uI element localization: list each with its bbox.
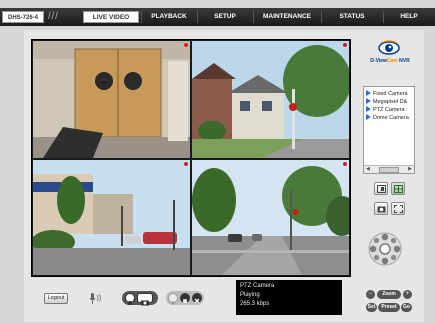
- status-camera-name: PTZ Camera: [240, 283, 275, 289]
- close-button[interactable]: [192, 293, 202, 304]
- tab-live-video[interactable]: LIVE VIDEO: [83, 11, 139, 23]
- tab-status[interactable]: STATUS: [321, 11, 382, 23]
- tab-setup[interactable]: SETUP: [197, 11, 252, 23]
- camera-list: Fixed Camera Megapixel D& PTZ Camera Dom…: [363, 86, 415, 174]
- play-icon: [366, 114, 371, 120]
- capture-button[interactable]: [137, 293, 153, 306]
- record-icon: [128, 301, 132, 305]
- camera-feed-door: [33, 41, 190, 158]
- play-icon: [366, 90, 371, 96]
- recording-indicator: [184, 43, 188, 47]
- camera-list-scrollbar[interactable]: ◀ ▶: [364, 165, 414, 173]
- fullscreen-button[interactable]: [391, 202, 405, 215]
- stop-icon: [183, 299, 187, 303]
- record-snapshot-group: [122, 291, 158, 306]
- logout-button[interactable]: Logout: [44, 293, 68, 304]
- camera-name: Megapixel D&: [373, 99, 408, 105]
- stop-button[interactable]: [180, 293, 190, 303]
- play-icon: [366, 106, 371, 112]
- camera-list-item[interactable]: PTZ Camera: [366, 106, 413, 114]
- zoom-in-button[interactable]: +: [403, 290, 412, 299]
- zoom-control: − Zoom +: [366, 290, 412, 300]
- ptz-home-icon[interactable]: [379, 243, 391, 255]
- playback-controls: [166, 291, 204, 305]
- camera-feed-avenue: [192, 160, 349, 275]
- close-icon: [194, 298, 200, 304]
- layout-quad-button[interactable]: [391, 182, 405, 195]
- fullscreen-icon: [394, 205, 403, 213]
- preset-go-button[interactable]: Go: [401, 303, 412, 312]
- layout-single-button[interactable]: [374, 182, 388, 195]
- play-icon: [172, 301, 175, 305]
- preset-label: Preset: [378, 303, 400, 312]
- camera-icon: [377, 206, 386, 213]
- audio-icon[interactable]: [90, 291, 102, 305]
- eye-logo-icon: [378, 40, 400, 55]
- logo-text-part2: Cam: [386, 58, 398, 64]
- video-tile-1[interactable]: [33, 41, 190, 158]
- status-state: Playing: [240, 292, 260, 298]
- stream-status-panel: PTZ Camera Playing 265.3 kbps: [236, 280, 342, 315]
- nav-separator: / / /: [48, 11, 58, 22]
- scroll-left-icon[interactable]: ◀: [366, 166, 370, 173]
- scroll-right-icon[interactable]: ▶: [408, 166, 412, 173]
- camera-name: Fixed Camera: [373, 91, 408, 97]
- product-logo: D-ViewCam NVR: [365, 58, 415, 64]
- scroll-thumb[interactable]: [379, 167, 399, 173]
- model-badge: DHS-726-4: [2, 11, 44, 23]
- video-tile-4[interactable]: [192, 160, 349, 275]
- grid-icon: [394, 185, 403, 193]
- video-grid: [31, 39, 351, 277]
- ptz-left-icon[interactable]: [369, 245, 377, 253]
- camera-name: Dome Camera: [373, 115, 409, 121]
- camera-feed-shops: [33, 160, 190, 275]
- camera-list-item[interactable]: Megapixel D&: [366, 98, 413, 106]
- video-tile-3[interactable]: [33, 160, 190, 275]
- capture-icon: [141, 300, 149, 306]
- tab-playback[interactable]: PLAYBACK: [141, 11, 196, 23]
- preset-set-button[interactable]: Set: [366, 303, 377, 312]
- play-button[interactable]: [168, 293, 178, 305]
- zoom-label: Zoom: [377, 290, 401, 299]
- ptz-direction-pad[interactable]: [368, 232, 402, 266]
- recording-indicator: [343, 43, 347, 47]
- logo-text-part1: D-View: [370, 58, 387, 64]
- manual-record-button[interactable]: [125, 293, 135, 305]
- layout-icon: [377, 185, 386, 193]
- video-tile-2[interactable]: [192, 41, 349, 158]
- status-bitrate: 265.3 kbps: [240, 301, 270, 307]
- recording-indicator: [184, 162, 188, 166]
- top-nav-bar: DHS-726-4 / / / LIVE VIDEO PLAYBACK SETU…: [0, 8, 435, 26]
- play-icon: [366, 98, 371, 104]
- nvr-live-view: DHS-726-4 / / / LIVE VIDEO PLAYBACK SETU…: [0, 0, 435, 324]
- logo-text-part3: NVR: [397, 58, 410, 64]
- recording-indicator: [343, 162, 347, 166]
- camera-list-item[interactable]: Fixed Camera: [366, 90, 413, 98]
- ptz-right-icon[interactable]: [393, 245, 401, 253]
- preset-control: Set Preset Go: [366, 303, 412, 313]
- camera-name: PTZ Camera: [373, 107, 405, 113]
- snapshot-button[interactable]: [374, 202, 388, 215]
- tab-maintenance[interactable]: MAINTENANCE: [253, 11, 320, 23]
- zoom-out-button[interactable]: −: [366, 290, 375, 299]
- camera-list-item[interactable]: Dome Camera: [366, 114, 413, 122]
- ptz-down-icon[interactable]: [381, 257, 389, 265]
- tab-help[interactable]: HELP: [383, 11, 434, 23]
- ptz-up-icon[interactable]: [381, 233, 389, 241]
- camera-feed-street-houses: [192, 41, 349, 158]
